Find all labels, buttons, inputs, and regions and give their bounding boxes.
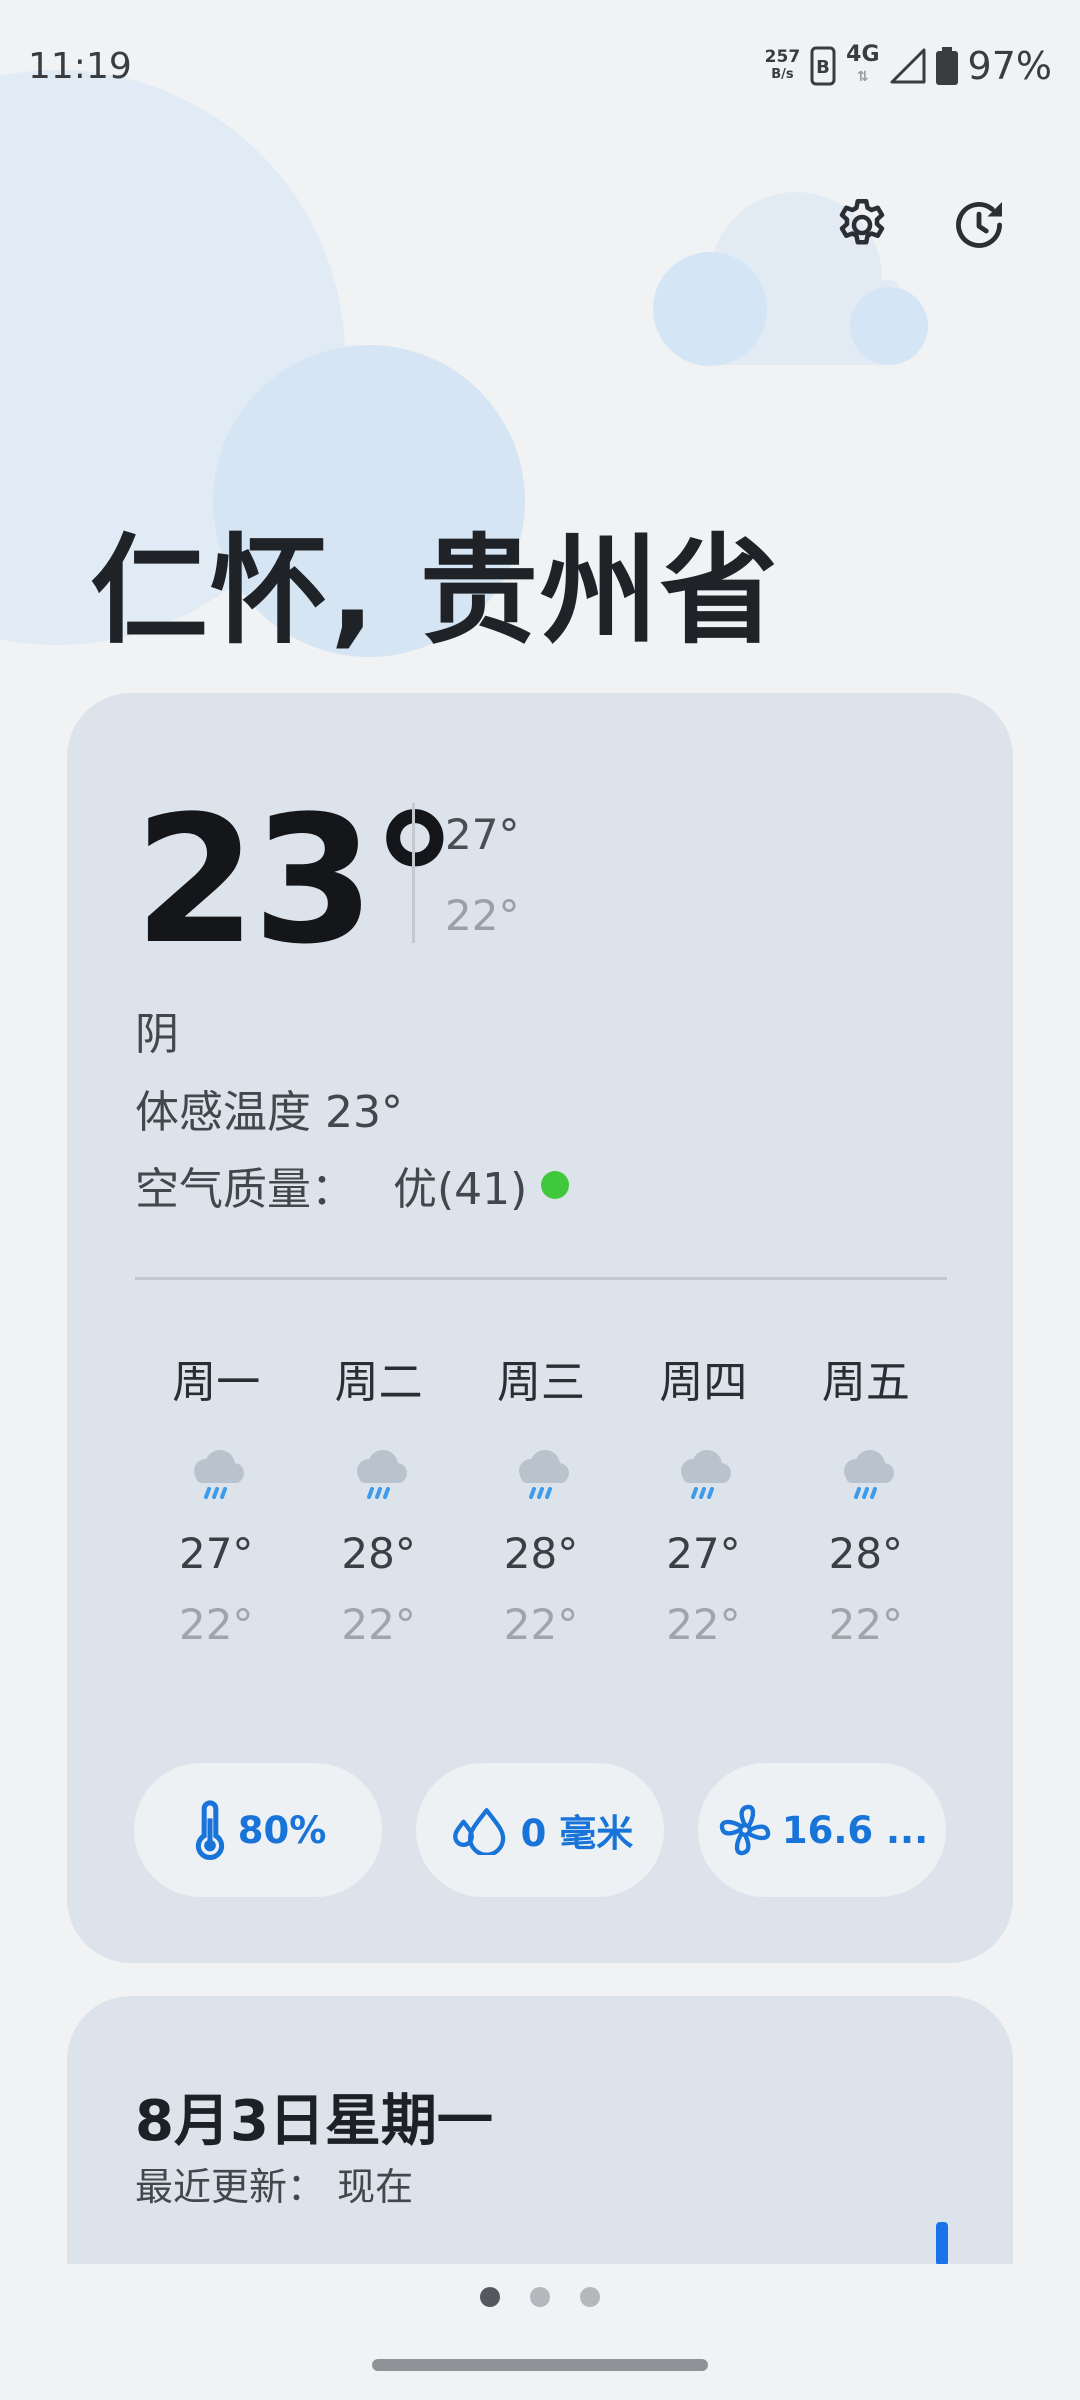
- current-temperature: 23°: [134, 778, 459, 983]
- humidity-value: 80%: [237, 1808, 327, 1852]
- card-divider: [135, 1277, 947, 1280]
- date-update-card[interactable]: 8月3日星期一 最近更新： 现在: [67, 1996, 1013, 2296]
- refresh-history-button[interactable]: [937, 183, 1021, 267]
- air-quality-row: 空气质量： 优(41): [135, 1153, 570, 1217]
- forecast-high: 28°: [503, 1529, 579, 1578]
- weather-screen: 11:19 257 B/s B 4G ⇅ 97% 仁怀, 贵州省 23° 27°…: [0, 0, 1080, 2400]
- bottom-background: [0, 2264, 1080, 2400]
- settings-button[interactable]: [820, 183, 904, 267]
- status-time: 11:19: [28, 46, 132, 87]
- current-weather-card[interactable]: 23° 27° 22° 阴 体感温度 23° 空气质量： 优(41) 周一 27…: [67, 693, 1013, 1963]
- forecast-high: 27°: [666, 1529, 741, 1578]
- date-title: 8月3日星期一: [135, 2089, 493, 2154]
- feels-like-temperature: 体感温度 23°: [135, 1087, 403, 1138]
- air-quality-label: 空气质量：: [135, 1164, 355, 1215]
- forecast-day-name: 周五: [821, 1357, 910, 1408]
- forecast-day-name: 周二: [334, 1357, 423, 1408]
- air-quality-status-dot: [541, 1171, 570, 1199]
- humidity-chip[interactable]: 80%: [134, 1763, 382, 1897]
- forecast-low: 22°: [828, 1600, 904, 1649]
- forecast-high: 28°: [828, 1529, 904, 1578]
- rain-cloud-icon: [347, 1445, 411, 1509]
- weather-detail-chips: 80% 0 毫米 16.6 ...: [134, 1763, 946, 1897]
- precipitation-chip[interactable]: 0 毫米: [416, 1763, 664, 1897]
- status-icons: 257 B/s B 4G ⇅ 97%: [765, 44, 1052, 89]
- hd-volte-icon: B: [810, 46, 836, 86]
- forecast-day-name: 周一: [172, 1357, 261, 1408]
- battery-icon: [935, 47, 958, 85]
- rain-cloud-icon: [671, 1445, 735, 1509]
- daily-forecast: 周一 27° 22° 周二 28° 22° 周三 28° 22° 周四 27°: [135, 1353, 947, 1649]
- forecast-day[interactable]: 周四 27° 22°: [622, 1353, 784, 1649]
- clock-refresh-icon: [956, 202, 1002, 248]
- last-update-text: 最近更新： 现在: [135, 2165, 414, 2209]
- forecast-day[interactable]: 周一 27° 22°: [135, 1353, 297, 1649]
- gear-icon: [839, 199, 885, 245]
- decorative-cloud-right: [850, 287, 928, 365]
- page-dot-1[interactable]: [480, 2287, 500, 2307]
- forecast-high: 27°: [178, 1529, 254, 1578]
- fan-wind-icon: [719, 1804, 770, 1856]
- forecast-low: 22°: [341, 1600, 416, 1649]
- rain-cloud-icon: [509, 1445, 573, 1509]
- forecast-day[interactable]: 周二 28° 22°: [297, 1353, 459, 1649]
- scroll-indicator: [936, 2222, 948, 2266]
- decorative-cloud-left: [653, 252, 767, 366]
- status-bar: 11:19 257 B/s B 4G ⇅ 97%: [0, 0, 1080, 130]
- network-speed-unit: B/s: [771, 67, 794, 82]
- network-type-label: 4G: [846, 42, 880, 67]
- forecast-day[interactable]: 周五 28° 22°: [785, 1353, 947, 1649]
- air-quality-value: 优(41): [393, 1164, 528, 1215]
- forecast-low: 22°: [666, 1600, 741, 1649]
- thermometer-icon: [195, 1800, 224, 1861]
- signal-strength-icon: [890, 48, 926, 84]
- home-gesture-bar[interactable]: [372, 2359, 708, 2371]
- location-title: 仁怀, 贵州省: [90, 522, 780, 660]
- temperature-divider: [412, 803, 415, 943]
- forecast-day-name: 周四: [659, 1357, 748, 1408]
- page-indicator: [0, 2287, 1080, 2307]
- page-dot-3[interactable]: [580, 2287, 600, 2307]
- forecast-low: 22°: [503, 1600, 579, 1649]
- battery-percent: 97%: [967, 44, 1052, 88]
- forecast-high: 28°: [341, 1529, 416, 1578]
- network-type-icon: 4G ⇅: [846, 44, 879, 88]
- weather-condition: 阴: [135, 1009, 179, 1060]
- wind-speed-value: 16.6 ...: [781, 1808, 929, 1852]
- today-high-temperature: 27°: [445, 810, 520, 859]
- forecast-low: 22°: [178, 1600, 254, 1649]
- rain-cloud-icon: [184, 1445, 248, 1509]
- precipitation-value: 0 毫米: [520, 1812, 634, 1855]
- page-dot-2[interactable]: [530, 2287, 550, 2307]
- forecast-day[interactable]: 周三 28° 22°: [460, 1353, 622, 1649]
- network-speed-value: 257: [764, 47, 801, 67]
- today-low-temperature: 22°: [445, 891, 520, 940]
- svg-text:B: B: [816, 57, 830, 78]
- water-drops-icon: [452, 1808, 505, 1855]
- data-activity-arrows-icon: ⇅: [856, 69, 869, 85]
- forecast-day-name: 周三: [497, 1357, 586, 1408]
- wind-chip[interactable]: 16.6 ...: [698, 1763, 946, 1897]
- rain-cloud-icon: [834, 1445, 898, 1509]
- network-speed: 257 B/s: [765, 49, 801, 83]
